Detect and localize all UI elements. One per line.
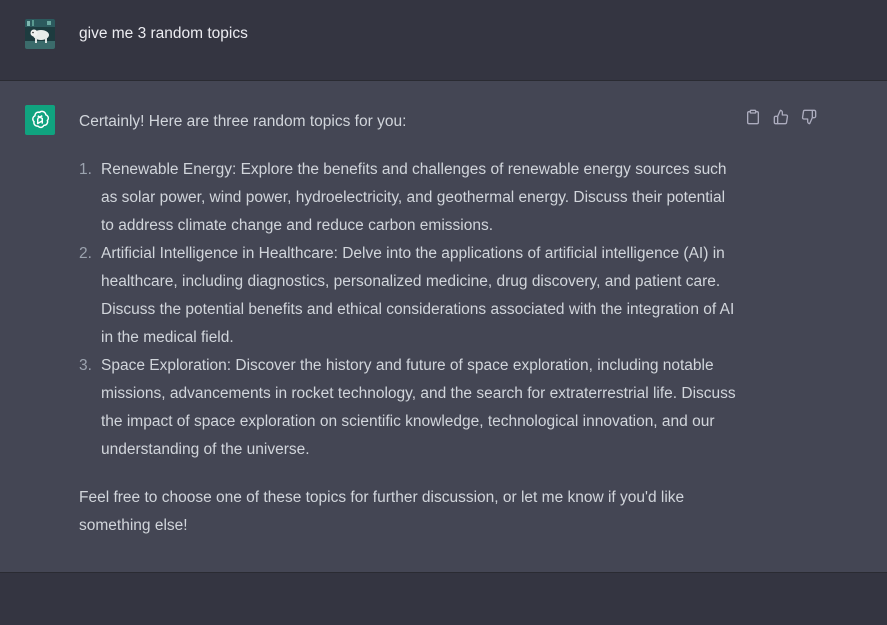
assistant-message-row: Certainly! Here are three random topics … xyxy=(0,81,887,573)
list-item-text: Space Exploration: Discover the history … xyxy=(101,357,736,458)
copy-button[interactable] xyxy=(744,108,762,126)
user-avatar xyxy=(25,19,55,49)
list-item-number: 1. xyxy=(79,161,92,178)
list-item: 1. Renewable Energy: Explore the benefit… xyxy=(79,156,739,240)
assistant-outro-text: Feel free to choose one of these topics … xyxy=(79,489,685,534)
thumbs-down-icon xyxy=(801,109,817,125)
message-actions xyxy=(744,108,818,126)
bottom-area xyxy=(0,573,887,625)
assistant-avatar xyxy=(25,105,55,135)
list-item-number: 2. xyxy=(79,245,92,262)
user-message-row: give me 3 random topics xyxy=(0,0,887,81)
thumbs-up-button[interactable] xyxy=(772,108,790,126)
list-item-text: Artificial Intelligence in Healthcare: D… xyxy=(101,245,735,346)
list-item-number: 3. xyxy=(79,357,92,374)
thumbs-down-button[interactable] xyxy=(800,108,818,126)
assistant-message-content: Certainly! Here are three random topics … xyxy=(79,108,739,540)
clipboard-icon xyxy=(747,109,759,125)
list-item: 3. Space Exploration: Discover the histo… xyxy=(79,352,739,464)
openai-logo-icon xyxy=(32,110,50,129)
topic-list: 1. Renewable Energy: Explore the benefit… xyxy=(79,156,739,464)
assistant-intro-text: Certainly! Here are three random topics … xyxy=(79,113,407,130)
user-avatar-image xyxy=(25,19,55,49)
user-message-text: give me 3 random topics xyxy=(79,25,248,42)
list-item: 2. Artificial Intelligence in Healthcare… xyxy=(79,240,739,352)
list-item-text: Renewable Energy: Explore the benefits a… xyxy=(101,161,727,234)
thumbs-up-icon xyxy=(773,109,789,125)
